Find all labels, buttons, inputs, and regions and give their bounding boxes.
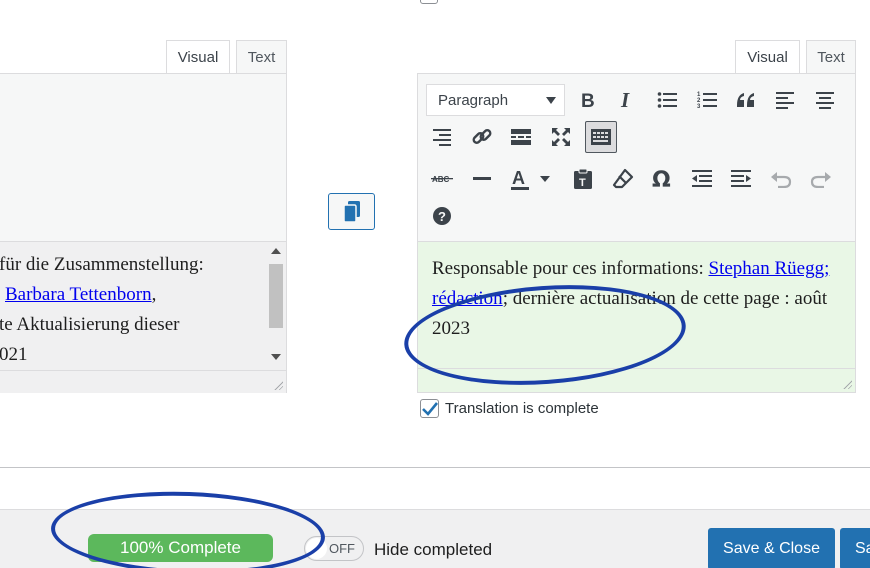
help-icon: ? bbox=[433, 207, 451, 225]
fullscreen-button[interactable] bbox=[546, 122, 576, 152]
clear-formatting-button[interactable] bbox=[608, 164, 638, 194]
top-checkbox[interactable] bbox=[420, 0, 438, 4]
left-line-4: 021 bbox=[0, 344, 28, 365]
undo-icon bbox=[771, 172, 792, 188]
clear-formatting-icon bbox=[612, 168, 634, 189]
toolbar-toggle-icon bbox=[591, 129, 611, 145]
caret-down-icon bbox=[540, 176, 550, 182]
toggle-state-label: OFF bbox=[329, 541, 355, 556]
align-center-icon bbox=[816, 92, 834, 109]
right-tab-visual[interactable]: Visual bbox=[735, 40, 800, 74]
svg-text:I: I bbox=[620, 90, 630, 110]
resize-grip-icon[interactable] bbox=[273, 380, 283, 390]
text-color-dropdown[interactable] bbox=[535, 164, 555, 194]
section-divider bbox=[0, 467, 870, 468]
left-editor-statusbar bbox=[0, 370, 286, 393]
hide-completed-label: Hide completed bbox=[374, 540, 493, 559]
content-prefix: Responsable pour ces informations: bbox=[432, 258, 709, 279]
right-tab-text[interactable]: Text bbox=[806, 40, 856, 74]
svg-text:3: 3 bbox=[697, 104, 701, 109]
special-character-button[interactable]: Ω bbox=[647, 164, 677, 194]
svg-text:Ω: Ω bbox=[652, 169, 671, 189]
numbered-list-icon: 1 2 3 bbox=[697, 92, 717, 109]
horizontal-rule-button[interactable] bbox=[467, 164, 497, 194]
bullet-list-icon bbox=[657, 92, 677, 108]
text-color-icon: A bbox=[511, 168, 529, 190]
outdent-button[interactable] bbox=[687, 164, 717, 194]
indent-button[interactable] bbox=[726, 164, 756, 194]
link-button[interactable] bbox=[467, 122, 497, 152]
svg-text:A: A bbox=[512, 168, 525, 188]
numbered-list-button[interactable]: 1 2 3 bbox=[692, 85, 722, 115]
read-more-icon bbox=[511, 129, 531, 145]
checkmark-icon bbox=[421, 401, 438, 416]
outdent-icon bbox=[692, 170, 712, 187]
left-tab-visual[interactable]: Visual bbox=[166, 40, 230, 74]
undo-button[interactable] bbox=[766, 164, 796, 194]
strikethrough-icon: ABC bbox=[431, 175, 453, 184]
italic-icon: I bbox=[620, 90, 630, 110]
bullet-list-button[interactable] bbox=[652, 85, 682, 115]
bold-icon: B bbox=[581, 91, 595, 110]
read-more-button[interactable] bbox=[506, 122, 536, 152]
scroll-thumb[interactable] bbox=[269, 264, 283, 328]
left-line-2: Barbara Tettenborn, bbox=[5, 284, 157, 305]
text-color-button[interactable]: A bbox=[506, 164, 536, 194]
help-button[interactable]: ? bbox=[427, 201, 457, 231]
scroll-up-arrow-icon[interactable] bbox=[271, 248, 281, 254]
format-select-value: Paragraph bbox=[438, 91, 509, 109]
paste-text-icon: T bbox=[574, 168, 592, 189]
toggle-knob bbox=[306, 538, 327, 559]
align-left-icon bbox=[776, 92, 794, 109]
hide-completed-toggle[interactable]: OFF bbox=[304, 536, 364, 561]
horizontal-rule-icon bbox=[473, 177, 491, 180]
align-right-button[interactable] bbox=[427, 122, 457, 152]
italic-button[interactable]: I bbox=[612, 85, 642, 115]
right-editor-statusbar bbox=[418, 368, 855, 392]
fullscreen-icon bbox=[552, 128, 570, 146]
svg-text:T: T bbox=[579, 177, 586, 189]
left-line-1: für die Zusammenstellung: bbox=[0, 254, 204, 275]
chevron-down-icon bbox=[546, 97, 556, 104]
scroll-down-arrow-icon[interactable] bbox=[271, 354, 281, 360]
blockquote-icon bbox=[737, 93, 754, 107]
left-editor-toolbar-area bbox=[0, 74, 286, 242]
translation-complete-label: Translation is complete bbox=[445, 400, 599, 417]
right-editor-content[interactable]: Responsable pour ces informations: Steph… bbox=[418, 242, 855, 368]
svg-text:?: ? bbox=[438, 209, 446, 224]
left-editor-content[interactable]: für die Zusammenstellung: Barbara Tetten… bbox=[0, 242, 267, 370]
paste-text-button[interactable]: T bbox=[568, 164, 598, 194]
left-scrollbar[interactable] bbox=[267, 242, 286, 370]
align-center-button[interactable] bbox=[810, 85, 840, 115]
translation-complete-checkbox[interactable] bbox=[420, 399, 439, 418]
strikethrough-button[interactable]: ABC bbox=[427, 164, 457, 194]
left-link-barbara[interactable]: Barbara Tettenborn bbox=[5, 284, 152, 305]
translation-complete-row[interactable]: Translation is complete bbox=[420, 399, 599, 418]
right-editor: Paragraph B I 1 2 3 ABC A T Ω ? Responsa… bbox=[417, 73, 856, 393]
align-left-button[interactable] bbox=[770, 85, 800, 115]
save-button[interactable]: Sa bbox=[840, 528, 870, 568]
save-close-button[interactable]: Save & Close bbox=[708, 528, 835, 568]
editor-toolbar: Paragraph B I 1 2 3 ABC A T Ω ? bbox=[418, 74, 855, 242]
svg-text:B: B bbox=[581, 91, 595, 110]
left-editor: für die Zusammenstellung: Barbara Tetten… bbox=[0, 73, 287, 393]
blockquote-button[interactable] bbox=[731, 85, 761, 115]
copy-icon bbox=[342, 200, 360, 223]
copy-original-button[interactable] bbox=[328, 193, 375, 230]
indent-icon bbox=[731, 170, 751, 187]
redo-button[interactable] bbox=[806, 164, 836, 194]
link-icon bbox=[472, 129, 492, 144]
left-line-3: te Aktualisierung dieser bbox=[0, 314, 180, 335]
redo-icon bbox=[810, 172, 831, 188]
bold-button[interactable]: B bbox=[573, 85, 603, 115]
progress-badge: 100% Complete bbox=[88, 534, 273, 562]
resize-grip-icon[interactable] bbox=[842, 379, 852, 389]
special-character-icon: Ω bbox=[652, 169, 671, 189]
align-right-icon bbox=[433, 129, 451, 146]
toolbar-toggle-button[interactable] bbox=[585, 121, 617, 153]
format-select[interactable]: Paragraph bbox=[426, 84, 565, 116]
left-tab-text[interactable]: Text bbox=[236, 40, 287, 74]
svg-text:ABC: ABC bbox=[432, 175, 450, 184]
